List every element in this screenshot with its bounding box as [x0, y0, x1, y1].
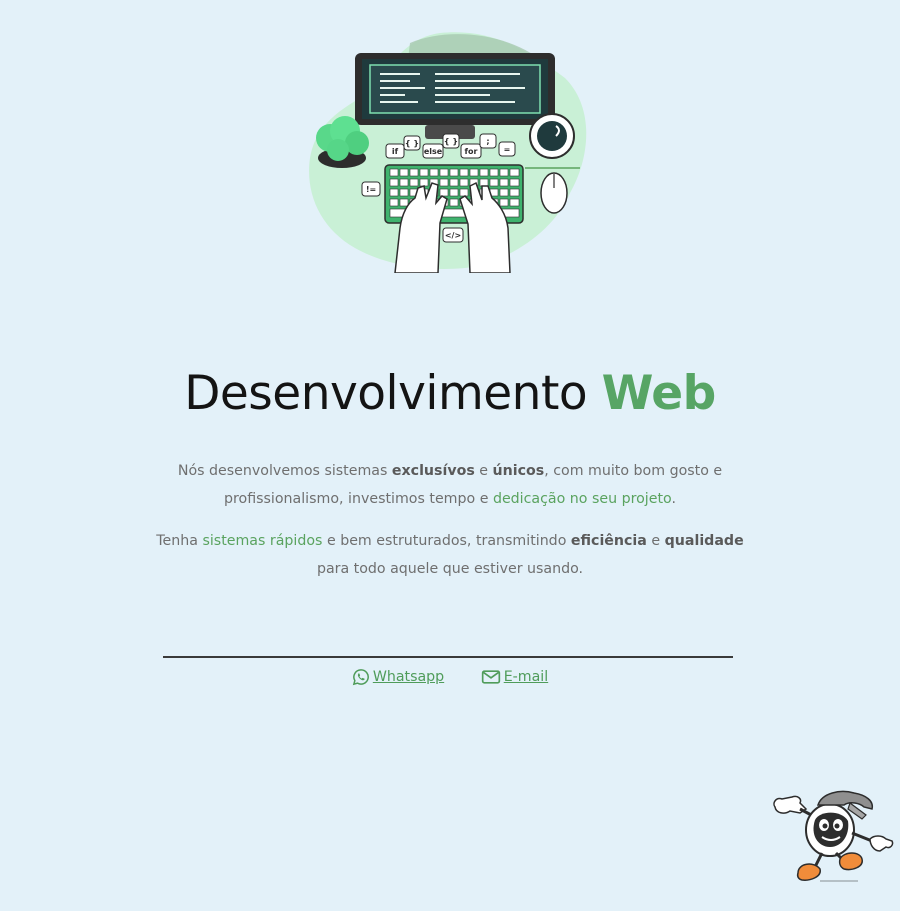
whatsapp-label: Whatsapp: [372, 669, 445, 685]
title-main: Desenvolvimento: [184, 366, 588, 421]
code-tag: { }: [444, 137, 458, 146]
bold-text-unicos: únicos: [492, 463, 545, 479]
email-link[interactable]: E-mail: [481, 668, 548, 686]
highlight-dedicacao: dedicação no seu projeto: [492, 491, 672, 507]
code-tag: </>: [445, 231, 461, 240]
text-segment: .: [671, 491, 676, 507]
text-segment: para todo aquele que estiver usando.: [316, 561, 584, 577]
description-paragraph-2: Tenha sistemas rápidos e bem estruturado…: [150, 527, 750, 583]
developer-desk-illustration: if { } else { } for ; = != </>: [309, 32, 587, 273]
code-tag: =: [504, 145, 511, 154]
whatsapp-icon: [352, 669, 369, 686]
envelope-icon: [481, 670, 500, 684]
bold-text-eficiencia: eficiência: [570, 533, 647, 549]
section-divider: [163, 656, 733, 658]
text-segment: e: [474, 463, 493, 479]
code-tag: if: [392, 147, 399, 156]
code-tag: ;: [486, 137, 489, 146]
code-tag: { }: [405, 139, 419, 148]
email-label: E-mail: [503, 669, 549, 685]
text-segment: e bem estruturados, transmitindo: [322, 533, 571, 549]
contact-links: Whatsapp E-mail: [0, 668, 900, 686]
code-tag: else: [424, 147, 443, 156]
code-tag: for: [465, 147, 478, 156]
text-segment: Nós desenvolvemos sistemas: [177, 463, 392, 479]
page-title: Desenvolvimento Web: [0, 366, 900, 422]
bold-text-exclusivos: exclusívos: [391, 463, 475, 479]
description-paragraph-1: Nós desenvolvemos sistemas exclusívos e …: [150, 457, 750, 513]
code-tag: !=: [366, 185, 376, 194]
highlight-sistemas-rapidos: sistemas rápidos: [202, 533, 323, 549]
text-segment: Tenha: [156, 533, 203, 549]
text-segment: e: [646, 533, 665, 549]
title-accent: Web: [601, 366, 717, 421]
mascot-illustration: [773, 790, 894, 882]
bold-text-qualidade: qualidade: [664, 533, 744, 549]
whatsapp-link[interactable]: Whatsapp: [352, 668, 444, 686]
